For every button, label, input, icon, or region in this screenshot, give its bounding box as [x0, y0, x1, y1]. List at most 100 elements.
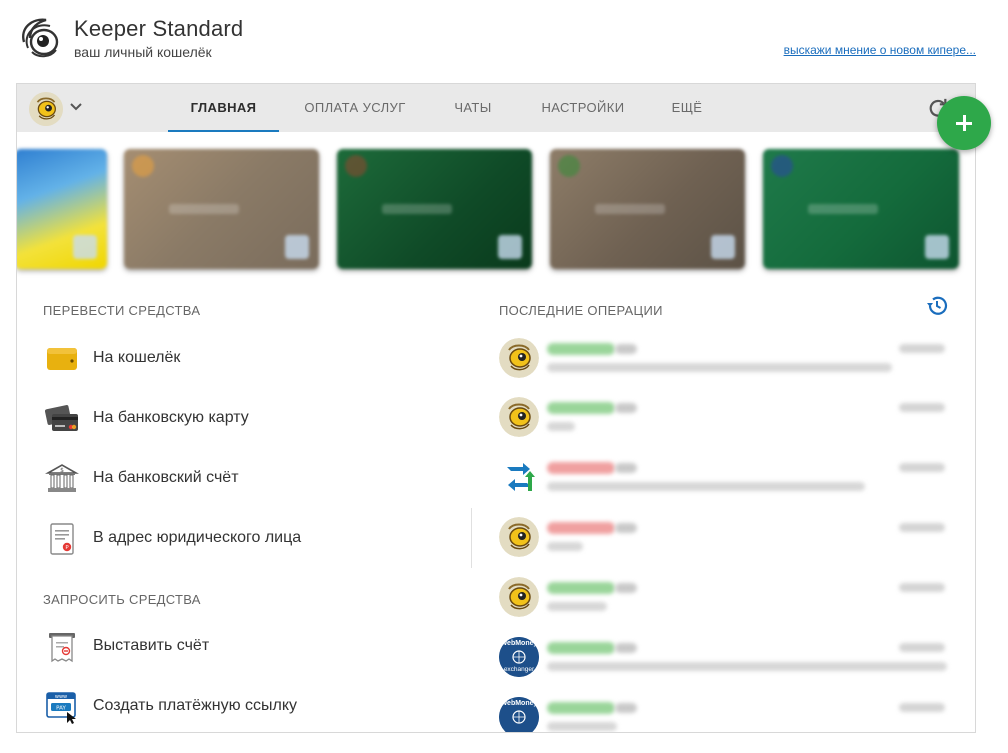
request-section-title: ЗАПРОСИТЬ СРЕДСТВА — [43, 592, 201, 607]
payment-link-icon: www PAY — [46, 692, 76, 724]
operation-currency — [615, 523, 637, 533]
invoice-document-icon: P — [50, 523, 74, 555]
operation-date — [899, 643, 945, 652]
operation-date — [899, 463, 945, 472]
owl-avatar-icon — [499, 397, 539, 437]
main-frame: ГЛАВНАЯ ОПЛАТА УСЛУГ ЧАТЫ НАСТРОЙКИ ЕЩЁ — [16, 83, 976, 733]
card-chip-icon — [711, 235, 735, 259]
tab-chats[interactable]: ЧАТЫ — [437, 84, 509, 132]
operation-row[interactable] — [499, 395, 957, 443]
wallet-card[interactable] — [763, 149, 959, 269]
chevron-down-icon[interactable] — [69, 99, 83, 113]
operation-avatar — [499, 457, 539, 497]
wallet-card[interactable] — [124, 149, 319, 269]
user-avatar[interactable] — [29, 92, 63, 126]
operation-amount — [547, 582, 615, 594]
operation-date — [899, 344, 945, 353]
cards-carousel — [17, 148, 975, 270]
operation-row[interactable]: WebMoney — [499, 695, 957, 732]
app-title: Keeper Standard — [74, 16, 244, 41]
operation-avatar: WebMoney — [499, 697, 539, 732]
operation-date — [899, 403, 945, 412]
operation-amount — [547, 702, 615, 714]
owl-avatar-icon — [499, 577, 539, 617]
action-label: На кошелёк — [93, 349, 181, 366]
operation-row[interactable] — [499, 515, 957, 563]
operation-currency — [615, 703, 637, 713]
wallet-card[interactable] — [17, 149, 107, 269]
tab-more[interactable]: ЕЩЁ — [657, 84, 717, 132]
card-logo-icon — [345, 155, 367, 177]
create-payment-link[interactable]: www PAY Создать платёжную ссылку — [45, 686, 465, 726]
app-header: Keeper Standard ваш личный кошелёк выска… — [0, 0, 1008, 80]
operation-description — [547, 662, 947, 671]
bank-card-icon — [45, 405, 78, 431]
transfer-to-wallet[interactable]: На кошелёк — [45, 338, 465, 378]
feedback-link[interactable]: выскажи мнение о новом кипере... — [784, 43, 976, 57]
operation-description — [547, 722, 617, 731]
operation-description — [547, 482, 865, 491]
card-label-placeholder — [382, 204, 452, 214]
tab-main[interactable]: ГЛАВНАЯ — [168, 84, 279, 132]
operation-row[interactable] — [499, 455, 957, 503]
bank-building-icon: $ — [45, 464, 79, 492]
operation-currency — [615, 344, 637, 354]
action-label: На банковскую карту — [93, 409, 249, 426]
svg-text:www: www — [55, 694, 67, 700]
operation-avatar — [499, 577, 539, 617]
operation-row[interactable]: WebMoney exchanger — [499, 635, 957, 683]
card-logo-icon — [771, 155, 793, 177]
wallet-card[interactable] — [550, 149, 745, 269]
badge-top-text: WebMoney — [500, 640, 538, 647]
card-chip-icon — [285, 235, 309, 259]
card-label-placeholder — [595, 204, 665, 214]
operations-section-title: ПОСЛЕДНИЕ ОПЕРАЦИИ — [499, 303, 663, 318]
wallet-icon — [47, 348, 77, 370]
operation-avatar — [499, 338, 539, 378]
operation-row[interactable] — [499, 336, 957, 384]
navbar: ГЛАВНАЯ ОПЛАТА УСЛУГ ЧАТЫ НАСТРОЙКИ ЕЩЁ — [17, 84, 975, 132]
operation-amount — [547, 642, 615, 654]
card-logo-icon — [558, 155, 580, 177]
operation-date — [899, 583, 945, 592]
action-label: На банковский счёт — [93, 469, 239, 486]
operation-currency — [615, 463, 637, 473]
add-card-button[interactable] — [937, 96, 991, 150]
operation-avatar: WebMoney exchanger — [499, 637, 539, 677]
action-label: Выставить счёт — [93, 637, 210, 654]
exchange-arrows-icon — [507, 463, 535, 491]
action-label: Создать платёжную ссылку — [93, 697, 298, 714]
keeper-logo-icon — [22, 18, 59, 58]
transfer-to-bank-card[interactable]: На банковскую карту — [45, 398, 465, 438]
transfer-to-bank-account[interactable]: $ На банковский счёт — [45, 458, 465, 498]
bill-icon — [49, 633, 75, 663]
operation-amount — [547, 462, 615, 474]
operation-row[interactable] — [499, 575, 957, 623]
operation-currency — [615, 643, 637, 653]
tab-payments[interactable]: ОПЛАТА УСЛУГ — [294, 84, 416, 132]
transfer-to-legal-entity[interactable]: P В адрес юридического лица — [45, 518, 465, 558]
owl-avatar-icon — [499, 517, 539, 557]
operation-description — [547, 542, 583, 551]
operation-date — [899, 703, 945, 712]
card-chip-icon — [498, 235, 522, 259]
tab-settings[interactable]: НАСТРОЙКИ — [529, 84, 637, 132]
operation-avatar — [499, 397, 539, 437]
card-label-placeholder — [169, 204, 239, 214]
wallet-card[interactable] — [337, 149, 532, 269]
card-label-placeholder — [808, 204, 878, 214]
operation-currency — [615, 403, 637, 413]
card-chip-icon — [925, 235, 949, 259]
column-divider — [471, 508, 472, 568]
operation-description — [547, 422, 575, 431]
transfer-section-title: ПЕРЕВЕСТИ СРЕДСТВА — [43, 303, 201, 318]
owl-avatar-icon — [29, 92, 63, 126]
operation-amount — [547, 522, 615, 534]
operation-description — [547, 363, 892, 372]
card-logo-icon — [132, 155, 154, 177]
operation-description — [547, 602, 607, 611]
history-icon[interactable] — [925, 294, 949, 318]
badge-bottom-text: exchanger — [503, 666, 535, 673]
issue-invoice[interactable]: Выставить счёт — [45, 626, 465, 666]
action-label: В адрес юридического лица — [93, 529, 302, 546]
